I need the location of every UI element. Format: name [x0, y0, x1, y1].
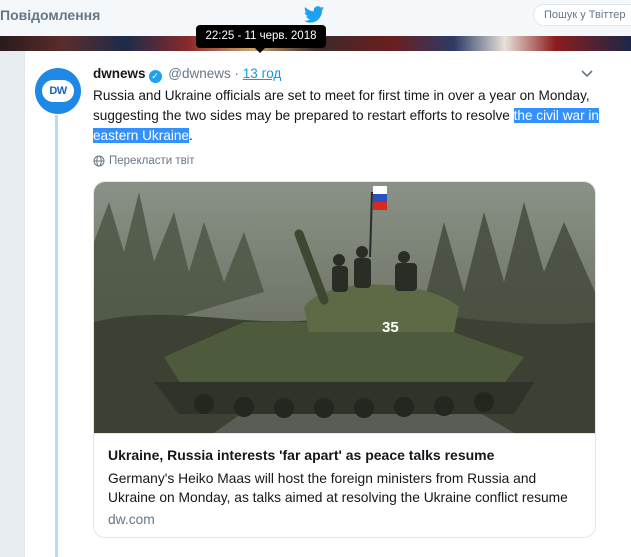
author-handle[interactable]: @dwnews	[168, 66, 230, 81]
dw-logo: DW	[42, 80, 74, 102]
chevron-down-icon[interactable]	[581, 70, 593, 78]
translate-label: Перекласти твіт	[109, 155, 195, 167]
timestamp-tooltip: 22:25 - 11 черв. 2018	[196, 25, 326, 53]
card-description: Germany's Heiko Maas will host the forei…	[108, 471, 568, 505]
separator-dot: ·	[234, 66, 240, 81]
avatar[interactable]: DW	[35, 68, 81, 114]
tweet-text-end: .	[188, 128, 193, 143]
tweet-text: Russia and Ukraine officials are set to …	[93, 86, 613, 146]
twitter-bird-icon[interactable]	[303, 4, 325, 26]
author-name[interactable]: dwnews	[93, 66, 146, 81]
card-info: Ukraine, Russia interests 'far apart' as…	[94, 433, 595, 537]
translate-tweet-link[interactable]: Перекласти твіт	[93, 155, 195, 167]
tweet-header: dwnews ✓ @dwnews · 13 год	[93, 66, 281, 83]
globe-icon	[93, 155, 105, 167]
tank-number: 35	[382, 319, 399, 336]
card-domain: dw.com	[108, 512, 155, 527]
tweet-timestamp-link[interactable]: 13 год	[243, 66, 281, 81]
card-title: Ukraine, Russia interests 'far apart' as…	[108, 447, 495, 463]
link-preview-card[interactable]: 35 Ukraine, Russia interests 'far apart'…	[93, 181, 596, 538]
nav-messages-label[interactable]: Повідомлення	[0, 7, 100, 23]
thread-line	[55, 115, 58, 557]
card-photo[interactable]: 35	[94, 182, 595, 433]
verified-badge-icon: ✓	[148, 70, 162, 83]
search-input[interactable]: Пошук у Твіттер	[533, 4, 631, 26]
